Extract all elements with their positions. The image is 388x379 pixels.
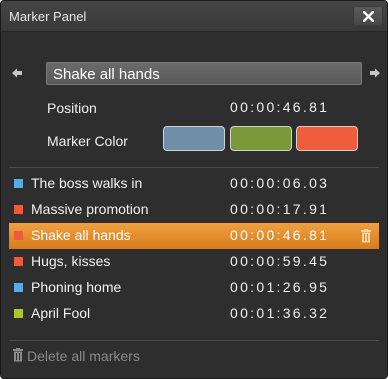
marker-color-label: Marker Color xyxy=(47,133,128,149)
marker-name: Massive promotion xyxy=(31,201,149,217)
divider xyxy=(9,340,379,341)
marker-name-field[interactable] xyxy=(46,62,362,85)
position-value: 00:00:46.81 xyxy=(230,99,330,115)
marker-name: Phoning home xyxy=(31,279,122,295)
marker-time: 00:00:46.81 xyxy=(230,227,330,243)
marker-color-dot xyxy=(14,231,23,240)
color-swatch-blue[interactable] xyxy=(163,126,225,151)
trash-icon xyxy=(13,348,23,362)
marker-time: 00:00:06.03 xyxy=(230,175,330,191)
marker-row[interactable]: Phoning home 00:01:26.95 xyxy=(1,275,387,301)
marker-list: The boss walks in 00:00:06.03 Massive prom… xyxy=(1,171,387,327)
divider xyxy=(9,167,379,168)
color-swatch-green[interactable] xyxy=(230,126,292,151)
marker-panel: Marker Panel Position 00:00:46.81 Marker… xyxy=(0,0,388,379)
arrow-right-icon[interactable] xyxy=(370,68,380,78)
trash-icon[interactable] xyxy=(361,229,371,243)
marker-name: Shake all hands xyxy=(31,227,131,243)
marker-row[interactable]: April Fool 00:01:36.32 xyxy=(1,301,387,327)
marker-time: 00:01:26.95 xyxy=(230,279,330,295)
position-label: Position xyxy=(47,100,97,116)
marker-name: Hugs, kisses xyxy=(31,253,111,269)
delete-all-label: Delete all markers xyxy=(27,348,140,364)
arrow-left-icon[interactable] xyxy=(12,68,22,78)
marker-row[interactable]: The boss walks in 00:00:06.03 xyxy=(1,171,387,197)
panel-title: Marker Panel xyxy=(9,9,87,24)
marker-color-dot xyxy=(14,283,23,292)
marker-name: The boss walks in xyxy=(31,175,143,191)
marker-color-dot xyxy=(14,309,23,318)
marker-color-dot xyxy=(14,205,23,214)
marker-color-dot xyxy=(14,179,23,188)
marker-row[interactable]: Hugs, kisses 00:00:59.45 xyxy=(1,249,387,275)
marker-time: 00:00:59.45 xyxy=(230,253,330,269)
marker-time: 00:01:36.32 xyxy=(230,305,330,321)
marker-row[interactable]: Shake all hands 00:00:46.81 xyxy=(9,223,379,249)
marker-time: 00:00:17.91 xyxy=(230,201,330,217)
title-bar: Marker Panel xyxy=(1,1,387,32)
color-swatch-red[interactable] xyxy=(296,126,358,151)
marker-color-dot xyxy=(14,257,23,266)
marker-row[interactable]: Massive promotion 00:00:17.91 xyxy=(1,197,387,223)
close-button[interactable] xyxy=(353,6,383,26)
close-icon xyxy=(363,11,374,22)
marker-name: April Fool xyxy=(31,305,91,321)
